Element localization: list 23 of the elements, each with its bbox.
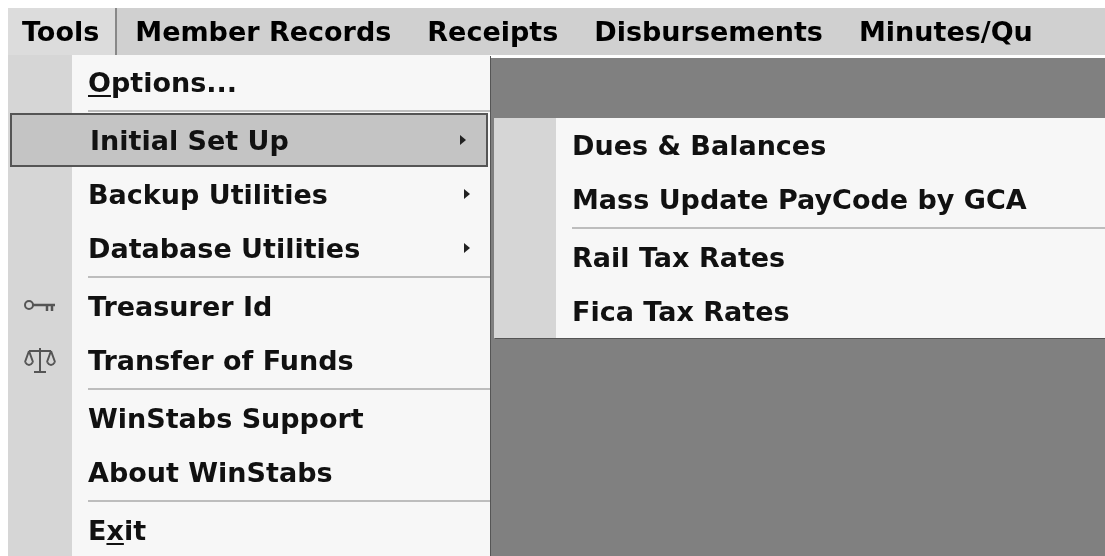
submenu-arrow-icon — [460, 135, 466, 145]
key-icon — [23, 299, 57, 313]
menu-item[interactable]: Database Utilities — [8, 221, 490, 275]
menu-item[interactable]: Dues & Balances — [494, 118, 1105, 172]
menu-item[interactable]: Mass Update PayCode by GCA — [494, 172, 1105, 226]
submenu-arrow-icon — [464, 189, 470, 199]
menu-item[interactable]: Exit — [8, 503, 490, 556]
menu-item[interactable]: Fica Tax Rates — [494, 284, 1105, 338]
menu-bar-item[interactable]: Minutes/Qu — [840, 8, 1051, 55]
submenu-arrow-icon — [464, 243, 470, 253]
menu-bar-item[interactable]: Disbursements — [576, 8, 841, 55]
menu-item[interactable]: Transfer of Funds — [8, 333, 490, 387]
scales-icon — [23, 345, 57, 375]
menu-bar-item[interactable]: Member Records — [117, 8, 410, 55]
menu-item[interactable]: About WinStabs — [8, 445, 490, 499]
menu-bar-item[interactable]: Receipts — [409, 8, 577, 55]
menu-item[interactable]: Options... — [8, 55, 490, 109]
menu-bar-item[interactable]: Tools — [8, 8, 118, 55]
menu-item[interactable]: Backup Utilities — [8, 167, 490, 221]
menu-item[interactable]: WinStabs Support — [8, 391, 490, 445]
menu-item[interactable]: Treasurer Id — [8, 279, 490, 333]
menu-item[interactable]: Initial Set Up — [10, 113, 488, 167]
menu-item[interactable]: Rail Tax Rates — [494, 230, 1105, 284]
